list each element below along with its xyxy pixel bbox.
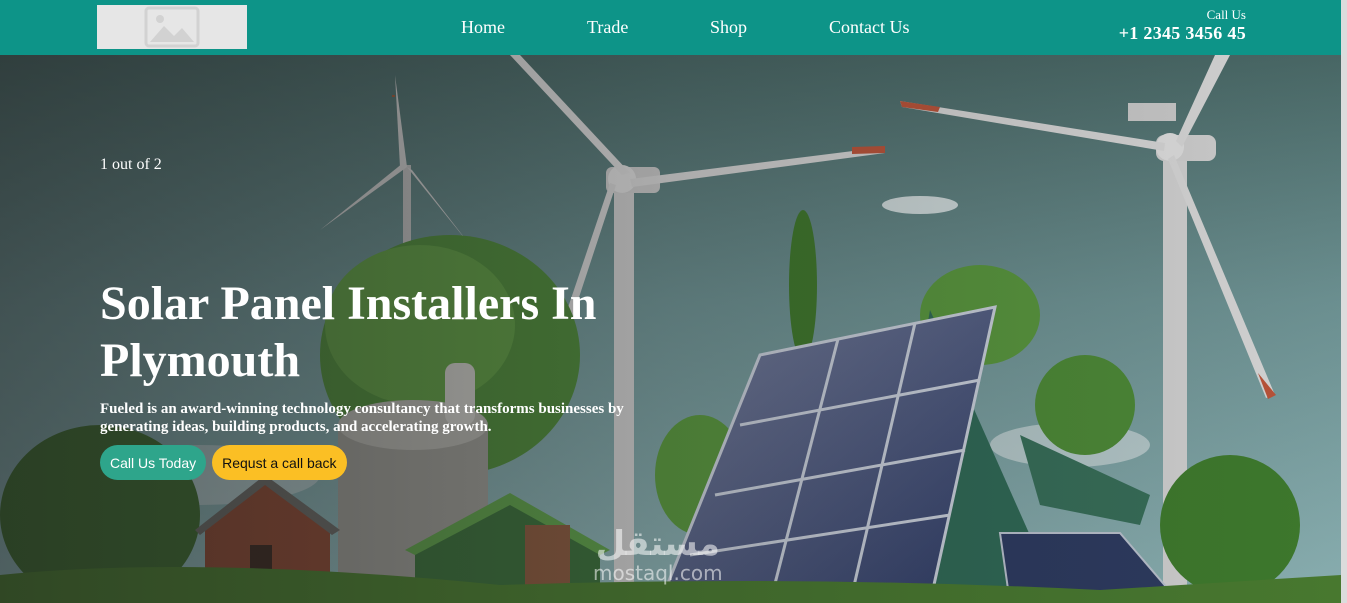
watermark: مستقل mostaql.com [593, 525, 723, 583]
hero-actions: Call Us Today Requst a call back [100, 445, 347, 480]
request-callback-button[interactable]: Requst a call back [212, 445, 347, 480]
call-us-box: Call Us +1 2345 3456 45 [1119, 8, 1246, 44]
call-us-today-button[interactable]: Call Us Today [100, 445, 207, 480]
watermark-arabic: مستقل [595, 524, 720, 564]
hero-section: 1 out of 2 Solar Panel Installers In Ply… [0, 55, 1341, 603]
hero-title: Solar Panel Installers In Plymouth [100, 277, 597, 387]
slide-counter: 1 out of 2 [100, 156, 162, 173]
site-logo[interactable] [97, 5, 247, 49]
top-navbar: Home Trade Shop Contact Us Call Us +1 23… [0, 0, 1341, 55]
phone-number[interactable]: +1 2345 3456 45 [1119, 22, 1246, 44]
hero-description: Fueled is an award-winning technology co… [100, 401, 624, 435]
nav-contact-us[interactable]: Contact Us [829, 17, 910, 37]
nav-home[interactable]: Home [461, 17, 587, 37]
image-placeholder-icon [144, 6, 200, 48]
nav-trade[interactable]: Trade [587, 17, 710, 37]
call-us-label: Call Us [1206, 7, 1246, 22]
main-nav: Home Trade Shop Contact Us [461, 17, 910, 37]
watermark-latin: mostaql.com [593, 561, 723, 585]
nav-shop[interactable]: Shop [710, 17, 829, 37]
page-scroll-edge [1341, 0, 1347, 603]
